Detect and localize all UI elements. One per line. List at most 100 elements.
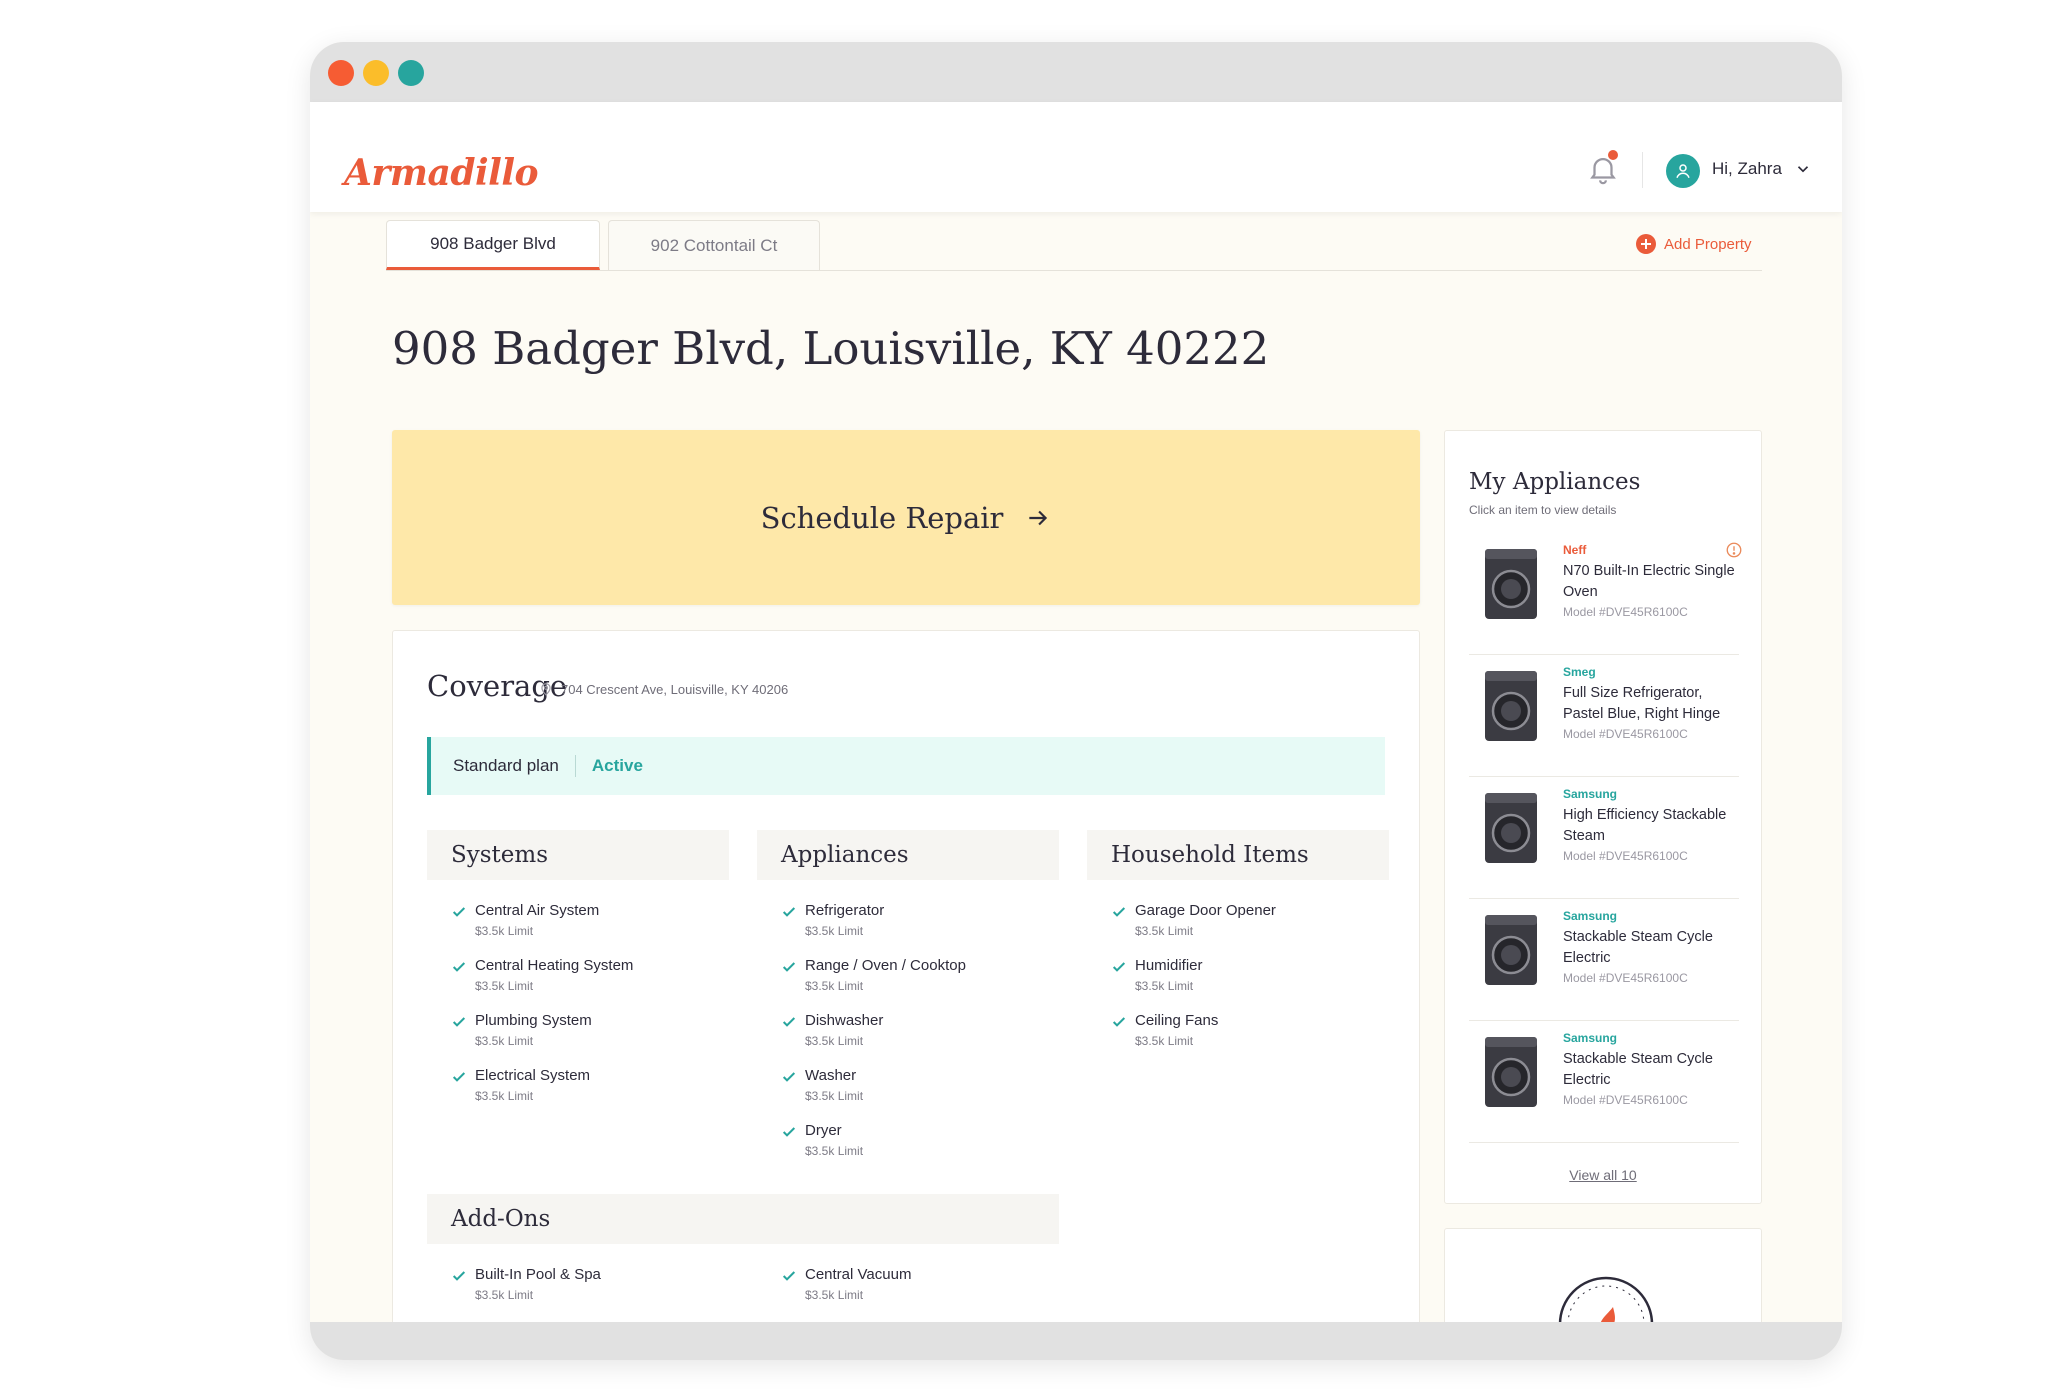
window-maximize-button[interactable] — [398, 60, 424, 86]
window-titlebar — [310, 42, 1842, 102]
appliance-item[interactable]: Neff N70 Built-In Electric Single Oven M… — [1469, 533, 1742, 655]
item-name: Central Heating System — [475, 957, 634, 974]
header-divider — [1642, 152, 1643, 188]
window-close-button[interactable] — [328, 60, 354, 86]
appliance-brand: Samsung — [1563, 1031, 1618, 1045]
appliance-item[interactable]: Samsung Stackable Steam Cycle Electric M… — [1469, 1021, 1739, 1143]
item-limit: $3.5k Limit — [805, 1034, 864, 1048]
add-property-button[interactable]: Add Property — [1636, 234, 1752, 254]
appliance-name: Stackable Steam Cycle Electric — [1563, 929, 1713, 966]
page-title: 908 Badger Blvd, Louisville, KY 40222 — [392, 322, 1270, 375]
add-property-label: Add Property — [1664, 235, 1752, 253]
notification-dot — [1608, 150, 1618, 160]
avatar[interactable] — [1666, 154, 1700, 188]
tab-908-badger-blvd[interactable]: 908 Badger Blvd — [386, 220, 600, 270]
brand-logo[interactable]: Armadillo — [344, 152, 539, 194]
schedule-repair-label: Schedule Repair — [760, 500, 1004, 535]
my-appliances-title: My Appliances — [1469, 469, 1641, 495]
washer-icon — [1485, 915, 1537, 985]
group-header-systems: Systems — [427, 830, 729, 880]
my-appliances-subtitle: Click an item to view details — [1469, 503, 1617, 517]
item-limit: $3.5k Limit — [1135, 979, 1194, 993]
check-icon — [782, 1271, 796, 1281]
user-greeting[interactable]: Hi, Zahra — [1712, 159, 1782, 179]
check-icon — [452, 1017, 466, 1027]
check-icon — [452, 962, 466, 972]
item-name: Plumbing System — [475, 1012, 592, 1029]
item-name: Dishwasher — [805, 1012, 884, 1029]
coverage-location: 704 Crescent Ave, Louisville, KY 40206 — [539, 681, 788, 697]
item-limit: $3.5k Limit — [805, 924, 864, 938]
appliance-model: Model #DVE45R6100C — [1563, 971, 1688, 985]
item-limit: $3.5k Limit — [805, 979, 864, 993]
chevron-down-icon[interactable] — [1794, 160, 1812, 178]
appliance-name: High Efficiency Stackable Steam — [1563, 807, 1727, 844]
plan-name: Standard plan — [453, 756, 559, 775]
plan-divider — [574, 755, 576, 777]
item-name: Washer — [805, 1067, 857, 1084]
washer-icon — [1485, 549, 1537, 619]
item-name: Electrical System — [475, 1067, 591, 1084]
appliance-brand: Samsung — [1563, 787, 1618, 801]
washer-icon — [1485, 1037, 1537, 1107]
appliance-model: Model #DVE45R6100C — [1563, 605, 1688, 619]
appliance-name: Stackable Steam Cycle Electric — [1563, 1051, 1713, 1088]
check-icon — [452, 907, 466, 917]
item-limit: $3.5k Limit — [475, 1288, 534, 1302]
item-limit: $3.5k Limit — [805, 1288, 864, 1302]
appliance-item[interactable]: Samsung High Efficiency Stackable Steam … — [1469, 777, 1739, 899]
plan-banner: Standard plan Active — [427, 737, 1385, 795]
item-name: Dryer — [805, 1122, 842, 1139]
item-limit: $3.5k Limit — [475, 1089, 534, 1103]
check-icon — [782, 907, 796, 917]
appliance-item[interactable]: Smeg Full Size Refrigerator, Pastel Blue… — [1469, 655, 1739, 777]
info-icon[interactable] — [1725, 541, 1743, 559]
check-icon — [782, 1017, 796, 1027]
washer-icon — [1485, 793, 1537, 863]
window-bottom-bar — [310, 1322, 1842, 1360]
browser-window: Armadillo Hi, Zahra 908 Badger Blvd 902 … — [310, 42, 1842, 1360]
tab-902-cottontail-ct[interactable]: 902 Cottontail Ct — [608, 220, 820, 270]
plus-circle-icon — [1636, 234, 1656, 254]
check-icon — [1112, 962, 1126, 972]
coverage-location-text: 704 Crescent Ave, Louisville, KY 40206 — [561, 681, 789, 697]
status-badge: Active — [591, 756, 643, 775]
user-icon — [1676, 164, 1690, 179]
view-all-appliances-link[interactable]: View all 10 — [1445, 1167, 1761, 1183]
item-name: Central Vacuum — [805, 1266, 912, 1283]
appliance-model: Model #DVE45R6100C — [1563, 1093, 1688, 1107]
window-minimize-button[interactable] — [363, 60, 389, 86]
item-limit: $3.5k Limit — [805, 1089, 864, 1103]
item-limit: $3.5k Limit — [475, 1034, 534, 1048]
my-appliances-card: My Appliances Click an item to view deta… — [1444, 430, 1762, 1204]
appliance-brand: Smeg — [1563, 665, 1596, 679]
item-limit: $3.5k Limit — [1135, 924, 1194, 938]
check-icon — [782, 1127, 796, 1137]
group-header-household-items: Household Items — [1087, 830, 1389, 880]
appliance-model: Model #DVE45R6100C — [1563, 849, 1688, 863]
location-pin-icon — [541, 683, 551, 696]
item-limit: $3.5k Limit — [475, 924, 534, 938]
item-name: Ceiling Fans — [1135, 1012, 1219, 1029]
check-icon — [782, 1072, 796, 1082]
item-name: Range / Oven / Cooktop — [805, 957, 966, 974]
appliance-item[interactable]: Samsung Stackable Steam Cycle Electric M… — [1469, 899, 1739, 1021]
schedule-repair-button[interactable]: Schedule Repair — [392, 430, 1420, 605]
check-icon — [452, 1072, 466, 1082]
group-header-add-ons: Add-Ons — [427, 1194, 1059, 1244]
item-limit: $3.5k Limit — [805, 1144, 864, 1158]
check-icon — [452, 1271, 466, 1281]
item-name: Refrigerator — [805, 902, 885, 919]
item-limit: $3.5k Limit — [475, 979, 534, 993]
check-icon — [782, 962, 796, 972]
tabs-divider — [386, 270, 1762, 271]
coverage-card: Coverage 704 Crescent Ave, Louisville, K… — [392, 630, 1420, 1360]
item-name: Built-In Pool & Spa — [475, 1266, 601, 1283]
appliance-model: Model #DVE45R6100C — [1563, 727, 1688, 741]
appliance-name: Full Size Refrigerator, Pastel Blue, Rig… — [1563, 685, 1721, 722]
appliance-brand: Samsung — [1563, 909, 1618, 923]
arrow-right-icon — [1029, 510, 1048, 525]
appliance-name: N70 Built-In Electric Single Oven — [1563, 563, 1735, 600]
appliance-brand: Neff — [1563, 543, 1587, 557]
check-icon — [1112, 907, 1126, 917]
